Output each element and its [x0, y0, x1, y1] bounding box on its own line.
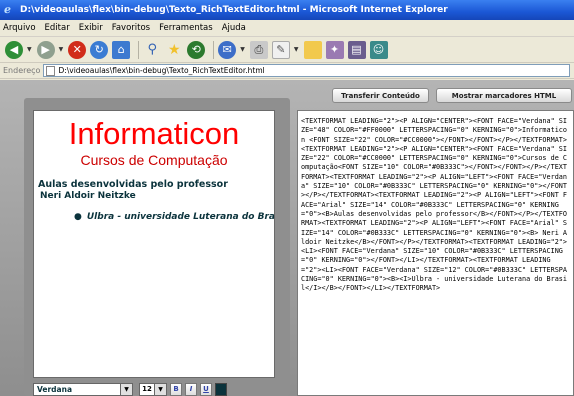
menu-editar[interactable]: Editar [45, 23, 70, 33]
edit-page-icon[interactable]: ✎ [271, 40, 290, 59]
chevron-down-icon[interactable]: ▼ [240, 46, 245, 53]
font-size-select[interactable]: 12 [139, 382, 155, 396]
bullet-icon: ● [74, 212, 82, 222]
contacts-icon[interactable]: ☺ [369, 40, 388, 59]
favorites-star-icon[interactable]: ★ [165, 41, 183, 59]
menu-favoritos[interactable]: Favoritos [112, 23, 150, 33]
menu-bar: Arquivo Editar Exibir Favoritos Ferramen… [0, 20, 574, 37]
editor-bullet-text: Ulbra - universidade Luterana do Brasil [86, 212, 275, 222]
toolbar-separator [213, 40, 215, 59]
folder-icon[interactable] [303, 40, 322, 59]
font-family-select[interactable]: Verdana [33, 382, 121, 396]
editor-title-text: Informaticon [68, 116, 240, 151]
underline-button[interactable]: U [200, 382, 212, 396]
history-icon[interactable]: ⟲ [187, 40, 206, 59]
address-value: D:\videoaulas\flex\bin-debug\Texto_RichT… [58, 66, 265, 75]
editor-bullet-item: ● Ulbra - universidade Luterana do Brasil [74, 212, 275, 222]
format-toolbar: Verdana ▼ 12 ▼ B I U [33, 382, 273, 396]
back-arrow-icon[interactable]: ◀ [5, 40, 23, 59]
menu-ferramentas[interactable]: Ferramentas [159, 23, 213, 33]
menu-exibir[interactable]: Exibir [79, 23, 103, 33]
page-icon [46, 65, 56, 76]
messenger-icon[interactable]: ✦ [325, 40, 344, 59]
transfer-content-button[interactable]: Transferir Conteúdo [332, 88, 429, 103]
chevron-down-icon[interactable]: ▼ [27, 46, 32, 53]
chevron-down-icon[interactable]: ▼ [294, 46, 299, 53]
forward-arrow-icon[interactable]: ▶ [36, 40, 55, 59]
editor-line-professor: Aulas desenvolvidas pelo professor [38, 179, 228, 190]
italic-button[interactable]: I [185, 382, 197, 396]
menu-ajuda[interactable]: Ajuda [222, 23, 246, 33]
mail-icon[interactable]: ✉ [218, 40, 237, 59]
chevron-down-icon[interactable]: ▼ [121, 382, 133, 396]
browser-toolbar: ◀ ▼ ▶ ▼ ✕ ↻ ⌂ ⚲ ★ ⟲ ✉ ▼ ⎙ ✎ ▼ ✦ ▤ ☺ [0, 37, 574, 63]
chevron-down-icon[interactable]: ▼ [155, 382, 167, 396]
refresh-icon[interactable]: ↻ [90, 40, 109, 59]
research-icon[interactable]: ▤ [347, 40, 366, 59]
window-title: D:\videoaulas\flex\bin-debug\Texto_RichT… [20, 5, 448, 15]
text-color-picker[interactable] [215, 382, 227, 396]
editor-subtitle-text: Cursos de Computação [80, 152, 228, 168]
stop-icon[interactable]: ✕ [68, 40, 87, 59]
internet-explorer-icon: ℯ [4, 3, 11, 16]
print-icon[interactable]: ⎙ [249, 40, 268, 59]
home-icon[interactable]: ⌂ [112, 40, 131, 59]
html-source-textarea[interactable]: <TEXTFORMAT LEADING="2"><P ALIGN="CENTER… [297, 110, 574, 396]
show-html-markers-button[interactable]: Mostrar marcadores HTML [436, 88, 572, 103]
search-icon[interactable]: ⚲ [143, 41, 161, 59]
bold-button[interactable]: B [170, 382, 182, 396]
address-input[interactable]: D:\videoaulas\flex\bin-debug\Texto_RichT… [43, 64, 570, 77]
menu-arquivo[interactable]: Arquivo [3, 23, 36, 33]
chevron-down-icon[interactable]: ▼ [59, 46, 64, 53]
window-title-bar: ℯ D:\videoaulas\flex\bin-debug\Texto_Ric… [0, 0, 574, 20]
toolbar-separator [138, 40, 140, 59]
address-bar: Endereço D:\videoaulas\flex\bin-debug\Te… [0, 63, 574, 79]
editor-line-name: Neri Aldoir Neitzke [40, 191, 136, 201]
address-label: Endereço [3, 66, 41, 75]
rich-text-area[interactable]: Informaticon Cursos de Computação Aulas … [33, 110, 275, 378]
